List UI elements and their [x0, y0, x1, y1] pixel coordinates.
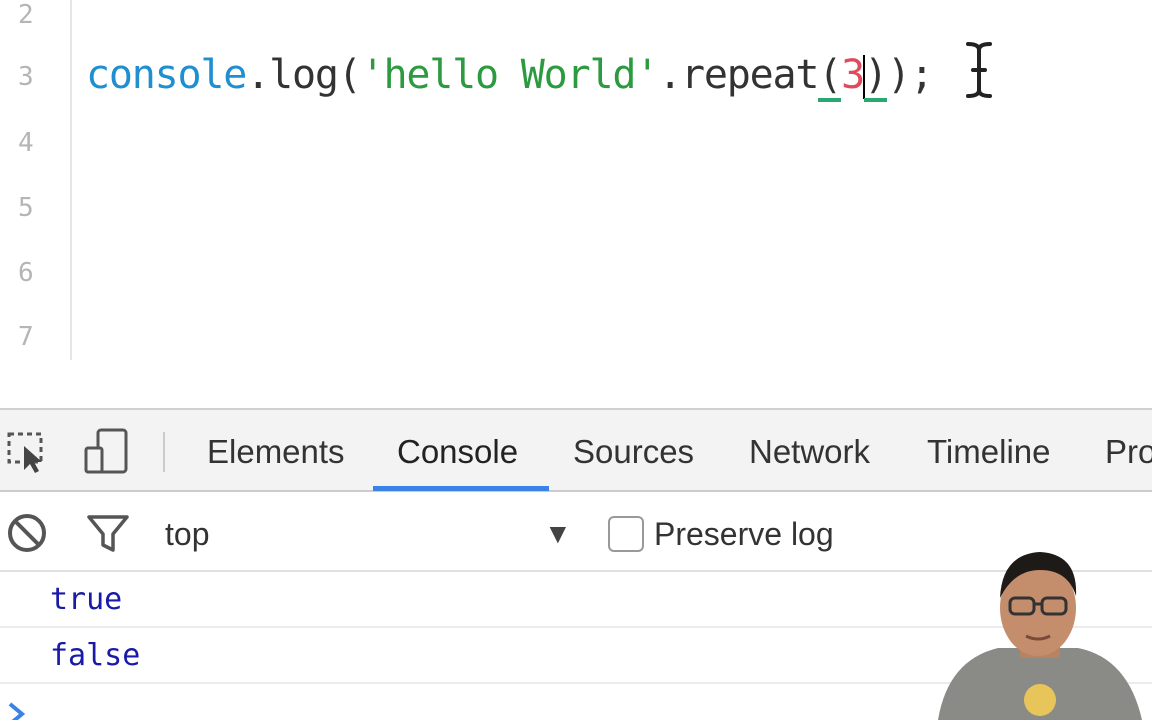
code-token-close-paren: ) [886, 52, 911, 98]
line-number-3: 3 [18, 62, 34, 92]
tab-separator [163, 432, 165, 472]
device-mode-icon[interactable] [84, 428, 130, 474]
code-token-semicolon: ; [909, 52, 934, 98]
code-token-close-paren-matched: ) [864, 52, 888, 102]
code-token-console: console [86, 52, 247, 98]
console-prompt-icon [8, 702, 26, 720]
line-number-5: 5 [18, 193, 34, 223]
code-token-open-paren-matched: ( [818, 52, 842, 102]
code-line-3[interactable]: console.log('hello World'.repeat(3)); [86, 50, 934, 102]
tab-sources[interactable]: Sources [573, 432, 694, 472]
active-tab-indicator [373, 486, 549, 491]
line-number-6: 6 [18, 258, 34, 288]
tab-profiles-truncated[interactable]: Pro [1105, 432, 1152, 472]
tab-network[interactable]: Network [749, 432, 870, 472]
line-number-4: 4 [18, 128, 34, 158]
inspect-element-icon[interactable] [6, 428, 52, 474]
text-cursor-icon [966, 42, 992, 98]
filter-icon[interactable] [87, 512, 129, 554]
code-token-log: log [269, 52, 339, 98]
console-value: false [50, 638, 141, 673]
preserve-log-checkbox[interactable] [608, 516, 644, 552]
dropdown-arrow-icon[interactable]: ▼ [544, 518, 572, 550]
code-token-number: 3 [841, 52, 865, 98]
code-token-open-paren: ( [337, 52, 362, 98]
clear-console-icon[interactable] [6, 512, 48, 554]
code-token-repeat: repeat [680, 52, 819, 98]
code-editor[interactable]: 2 3 4 5 6 7 console.log('hello World'.re… [0, 0, 1152, 408]
devtools-tab-bar: Elements Console Sources Network Timelin… [0, 410, 1152, 492]
code-token-dot: . [246, 52, 270, 98]
line-number-7: 7 [18, 322, 34, 352]
preserve-log-label[interactable]: Preserve log [654, 514, 834, 554]
line-number-2: 2 [18, 0, 34, 30]
presenter-webcam-overlay [938, 552, 1142, 720]
tab-console[interactable]: Console [397, 432, 518, 472]
console-value: true [50, 582, 123, 617]
gutter-divider [70, 0, 72, 360]
code-token-dot: . [658, 52, 682, 98]
tab-timeline[interactable]: Timeline [927, 432, 1050, 472]
code-token-string: 'hello World' [360, 52, 660, 98]
context-selector[interactable]: top [165, 514, 209, 554]
tab-elements[interactable]: Elements [207, 432, 345, 472]
